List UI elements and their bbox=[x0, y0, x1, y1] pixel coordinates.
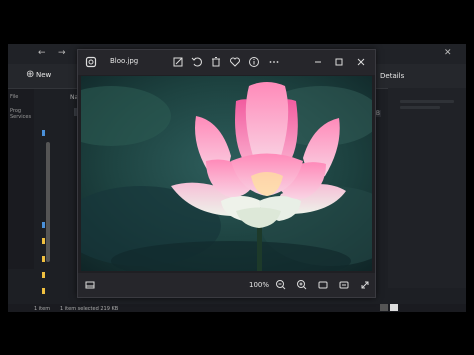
zoom-in-icon[interactable] bbox=[295, 278, 309, 292]
actual-size-icon[interactable] bbox=[337, 278, 351, 292]
folder-icon bbox=[42, 130, 45, 136]
folder-icon bbox=[42, 222, 45, 228]
fullscreen-icon[interactable] bbox=[358, 278, 372, 292]
lotus-photo[interactable] bbox=[81, 76, 372, 271]
info-icon[interactable] bbox=[247, 55, 261, 69]
zoom-out-icon[interactable] bbox=[274, 278, 288, 292]
folder-icon bbox=[42, 256, 45, 262]
folder-icon bbox=[42, 272, 45, 278]
fit-window-icon[interactable] bbox=[316, 278, 330, 292]
folder-icon bbox=[42, 288, 45, 294]
photos-app-icon bbox=[85, 56, 97, 68]
letterbox-top bbox=[0, 0, 474, 44]
rotate-icon[interactable] bbox=[190, 55, 204, 69]
details-line bbox=[400, 106, 440, 109]
sidebar-item[interactable]: File bbox=[10, 94, 18, 100]
letterbox-bottom bbox=[0, 312, 474, 355]
file-name-title: Bloo.jpg bbox=[110, 57, 139, 65]
details-button[interactable]: Details bbox=[380, 72, 404, 80]
delete-icon[interactable] bbox=[209, 55, 223, 69]
more-icon[interactable] bbox=[267, 55, 281, 69]
maximize-icon[interactable] bbox=[332, 55, 346, 69]
forward-arrow-icon[interactable]: → bbox=[58, 48, 66, 58]
details-line bbox=[400, 100, 454, 103]
close-icon[interactable] bbox=[354, 55, 368, 69]
viewer-titlebar: Bloo.jpg bbox=[78, 50, 375, 75]
minimize-icon[interactable] bbox=[311, 55, 325, 69]
folder-icon bbox=[42, 238, 45, 244]
photos-viewer-window: Bloo.jpg 100% bbox=[77, 49, 376, 298]
sidebar-item[interactable]: Services bbox=[10, 114, 31, 120]
viewer-bottom-bar: 100% bbox=[78, 273, 375, 297]
new-button[interactable]: New bbox=[36, 71, 51, 79]
filmstrip-icon[interactable] bbox=[83, 278, 97, 292]
tiles-view-icon[interactable] bbox=[390, 304, 398, 311]
back-arrow-icon[interactable]: ← bbox=[38, 48, 46, 58]
favorite-icon[interactable] bbox=[228, 55, 242, 69]
zoom-level: 100% bbox=[249, 281, 270, 289]
scrollbar-thumb[interactable] bbox=[46, 142, 50, 262]
new-plus-icon[interactable]: ⊕ bbox=[26, 69, 34, 80]
explorer-close-icon[interactable]: ✕ bbox=[444, 48, 452, 58]
edit-icon[interactable] bbox=[171, 55, 185, 69]
details-pane bbox=[388, 88, 466, 288]
details-view-icon[interactable] bbox=[380, 304, 388, 311]
